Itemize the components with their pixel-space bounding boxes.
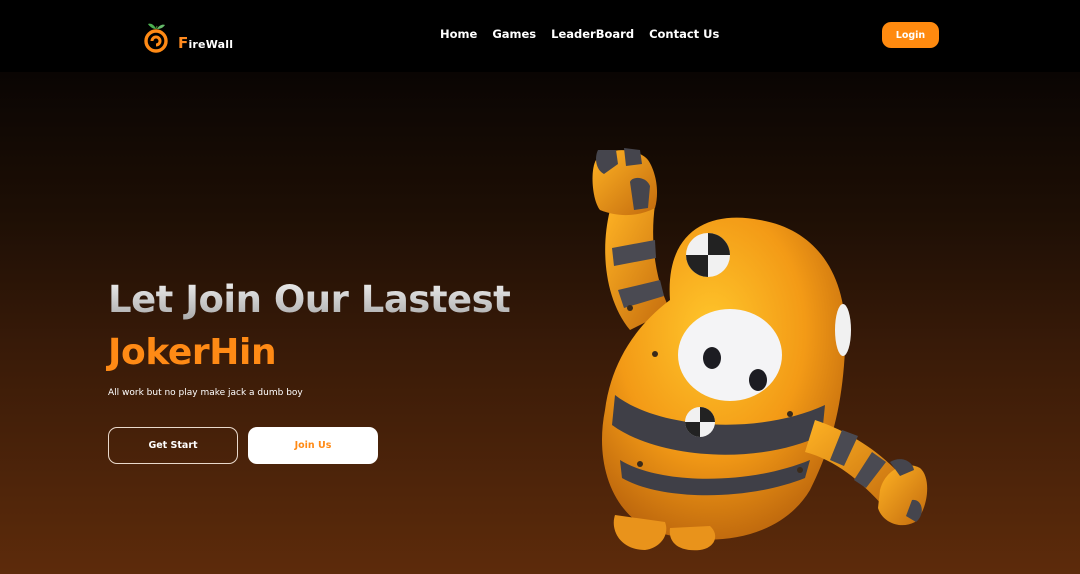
orange-fruit-icon xyxy=(144,20,170,54)
brand-name: FireWall xyxy=(178,34,233,52)
nav-item-home[interactable]: Home xyxy=(440,27,477,41)
main-nav: Home Games LeaderBoard Contact Us xyxy=(440,27,719,41)
nav-item-contact-us[interactable]: Contact Us xyxy=(649,27,719,41)
join-us-button[interactable]: Join Us xyxy=(248,427,378,464)
hero-highlight-name: JokerHin xyxy=(108,332,277,373)
get-start-button[interactable]: Get Start xyxy=(108,427,238,464)
hero-subtitle: All work but no play make jack a dumb bo… xyxy=(108,388,303,398)
brand-name-rest: ireWall xyxy=(188,38,234,51)
hero-title: Let Join Our Lastest xyxy=(108,278,511,321)
nav-item-leaderboard[interactable]: LeaderBoard xyxy=(551,27,634,41)
nav-item-games[interactable]: Games xyxy=(492,27,536,41)
top-navigation-bar: FireWall Home Games LeaderBoard Contact … xyxy=(0,0,1080,72)
login-button[interactable]: Login xyxy=(882,22,939,48)
brand-first-letter: F xyxy=(178,34,189,52)
brand-logo[interactable]: FireWall xyxy=(144,20,233,54)
hero-character-illustration xyxy=(560,130,960,574)
